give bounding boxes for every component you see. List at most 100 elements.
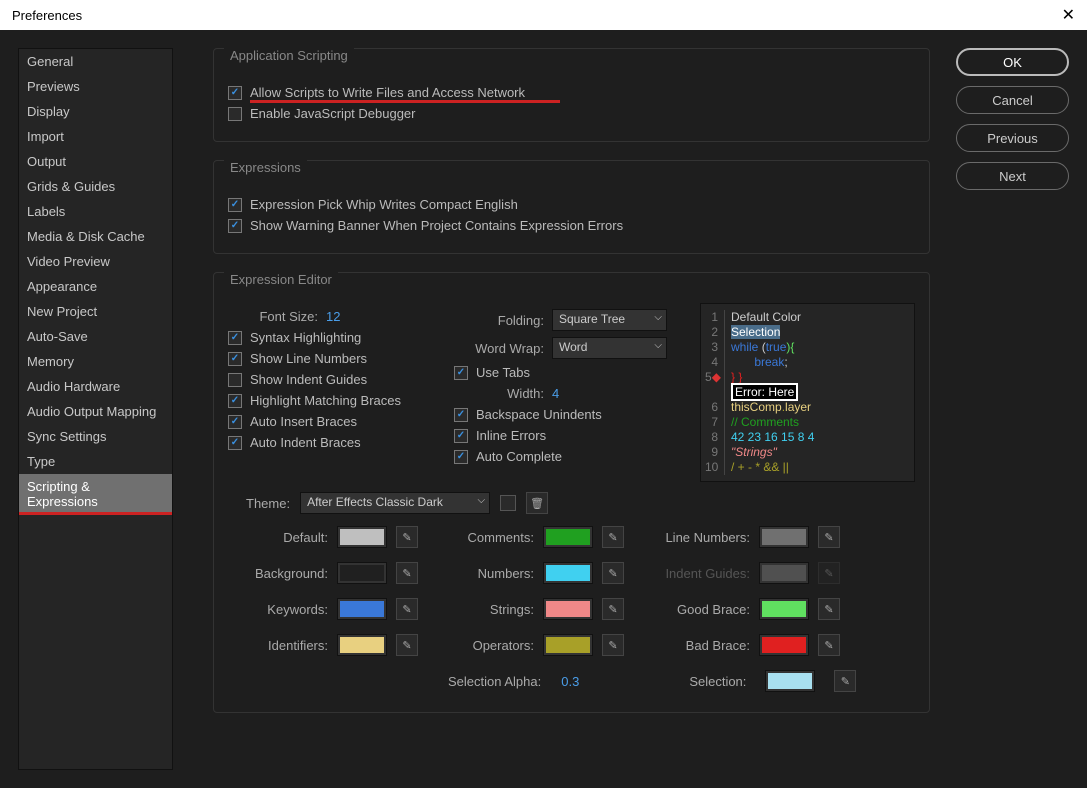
trash-icon[interactable]: 🗑 [526,492,548,514]
eyedropper-icon[interactable]: ✎ [602,634,624,656]
label-enable-debugger: Enable JavaScript Debugger [250,106,416,121]
label-comments: Comments: [434,530,534,545]
select-folding[interactable]: Square Tree [552,309,667,331]
label-warning-banner: Show Warning Banner When Project Contain… [250,218,623,233]
eyedropper-icon[interactable]: ✎ [818,526,840,548]
label-line-numbers: Line Numbers: [640,530,750,545]
value-selection-alpha[interactable]: 0.3 [561,674,579,689]
save-theme-icon[interactable] [500,495,516,511]
sidebar-item-appearance[interactable]: Appearance [19,274,172,299]
eyedropper-icon[interactable]: ✎ [396,598,418,620]
label-numbers: Numbers: [434,566,534,581]
label-indent-guides: Show Indent Guides [250,372,367,387]
swatch-operators[interactable] [544,635,592,655]
sidebar-item-import[interactable]: Import [19,124,172,149]
sidebar-item-audio-output[interactable]: Audio Output Mapping [19,399,172,424]
label-match-braces: Highlight Matching Braces [250,393,401,408]
eyedropper-icon[interactable]: ✎ [396,634,418,656]
label-auto-indent: Auto Indent Braces [250,435,361,450]
checkbox-use-tabs[interactable] [454,366,468,380]
sidebar-item-general[interactable]: General [19,49,172,74]
label-auto-insert: Auto Insert Braces [250,414,357,429]
sidebar-item-new-project[interactable]: New Project [19,299,172,324]
group-title: Expressions [224,160,307,175]
eyedropper-icon[interactable]: ✎ [602,526,624,548]
swatch-strings[interactable] [544,599,592,619]
preferences-sidebar: General Previews Display Import Output G… [18,48,173,770]
label-line-numbers: Show Line Numbers [250,351,367,366]
window-title: Preferences [12,8,1062,23]
label-default: Default: [218,530,328,545]
eyedropper-icon[interactable]: ✎ [834,670,856,692]
sidebar-item-sync[interactable]: Sync Settings [19,424,172,449]
swatch-line-numbers[interactable] [760,527,808,547]
checkbox-inline-errors[interactable] [454,429,468,443]
checkbox-line-numbers[interactable] [228,352,242,366]
sidebar-item-output[interactable]: Output [19,149,172,174]
swatch-selection[interactable] [766,671,814,691]
eyedropper-icon[interactable]: ✎ [396,526,418,548]
eyedropper-icon[interactable]: ✎ [602,598,624,620]
checkbox-pick-whip[interactable] [228,198,242,212]
cancel-button[interactable]: Cancel [956,86,1069,114]
label-theme: Theme: [246,496,290,511]
eyedropper-icon[interactable]: ✎ [602,562,624,584]
code-preview: 12345◆ 678910 Default Color Selection wh… [700,303,915,482]
gutter: 12345◆ 678910 [705,310,725,475]
select-word-wrap[interactable]: Word [552,337,667,359]
swatch-good-brace[interactable] [760,599,808,619]
value-font-size[interactable]: 12 [326,309,340,324]
label-use-tabs: Use Tabs [476,365,530,380]
swatch-comments[interactable] [544,527,592,547]
sidebar-item-memory[interactable]: Memory [19,349,172,374]
checkbox-match-braces[interactable] [228,394,242,408]
label-syntax: Syntax Highlighting [250,330,361,345]
ok-button[interactable]: OK [956,48,1069,76]
group-expression-editor: Expression Editor Font Size: 12 Syntax H… [213,272,930,713]
sidebar-item-video-preview[interactable]: Video Preview [19,249,172,274]
close-icon[interactable]: ✕ [1062,5,1075,25]
label-keywords: Keywords: [218,602,328,617]
eyedropper-icon[interactable]: ✎ [818,598,840,620]
label-selection: Selection: [689,674,746,689]
checkbox-auto-indent[interactable] [228,436,242,450]
sidebar-item-audio-hardware[interactable]: Audio Hardware [19,374,172,399]
swatch-identifiers[interactable] [338,635,386,655]
sidebar-item-display[interactable]: Display [19,99,172,124]
label-background: Background: [218,566,328,581]
checkbox-syntax[interactable] [228,331,242,345]
select-theme[interactable]: After Effects Classic Dark [300,492,490,514]
eyedropper-icon[interactable]: ✎ [396,562,418,584]
value-width[interactable]: 4 [552,386,559,401]
swatch-background[interactable] [338,563,386,583]
swatch-indent-guides [760,563,808,583]
label-indent-guides: Indent Guides: [640,566,750,581]
checkbox-auto-insert[interactable] [228,415,242,429]
swatch-keywords[interactable] [338,599,386,619]
sidebar-item-scripting[interactable]: Scripting & Expressions [19,474,172,514]
sidebar-item-type[interactable]: Type [19,449,172,474]
label-font-size: Font Size: [228,309,318,324]
checkbox-allow-scripts[interactable] [228,86,242,100]
swatch-default[interactable] [338,527,386,547]
next-button[interactable]: Next [956,162,1069,190]
label-auto-complete: Auto Complete [476,449,562,464]
code-lines: Default Color Selection while (true){ br… [725,310,814,475]
sidebar-item-grids[interactable]: Grids & Guides [19,174,172,199]
swatch-bad-brace[interactable] [760,635,808,655]
checkbox-backspace[interactable] [454,408,468,422]
sidebar-item-previews[interactable]: Previews [19,74,172,99]
checkbox-indent-guides[interactable] [228,373,242,387]
checkbox-enable-debugger[interactable] [228,107,242,121]
sidebar-item-media-disk[interactable]: Media & Disk Cache [19,224,172,249]
label-inline-errors: Inline Errors [476,428,546,443]
eyedropper-icon[interactable]: ✎ [818,634,840,656]
checkbox-auto-complete[interactable] [454,450,468,464]
checkbox-warning-banner[interactable] [228,219,242,233]
swatch-numbers[interactable] [544,563,592,583]
group-expressions: Expressions Expression Pick Whip Writes … [213,160,930,254]
sidebar-item-auto-save[interactable]: Auto-Save [19,324,172,349]
label-good-brace: Good Brace: [640,602,750,617]
sidebar-item-labels[interactable]: Labels [19,199,172,224]
previous-button[interactable]: Previous [956,124,1069,152]
